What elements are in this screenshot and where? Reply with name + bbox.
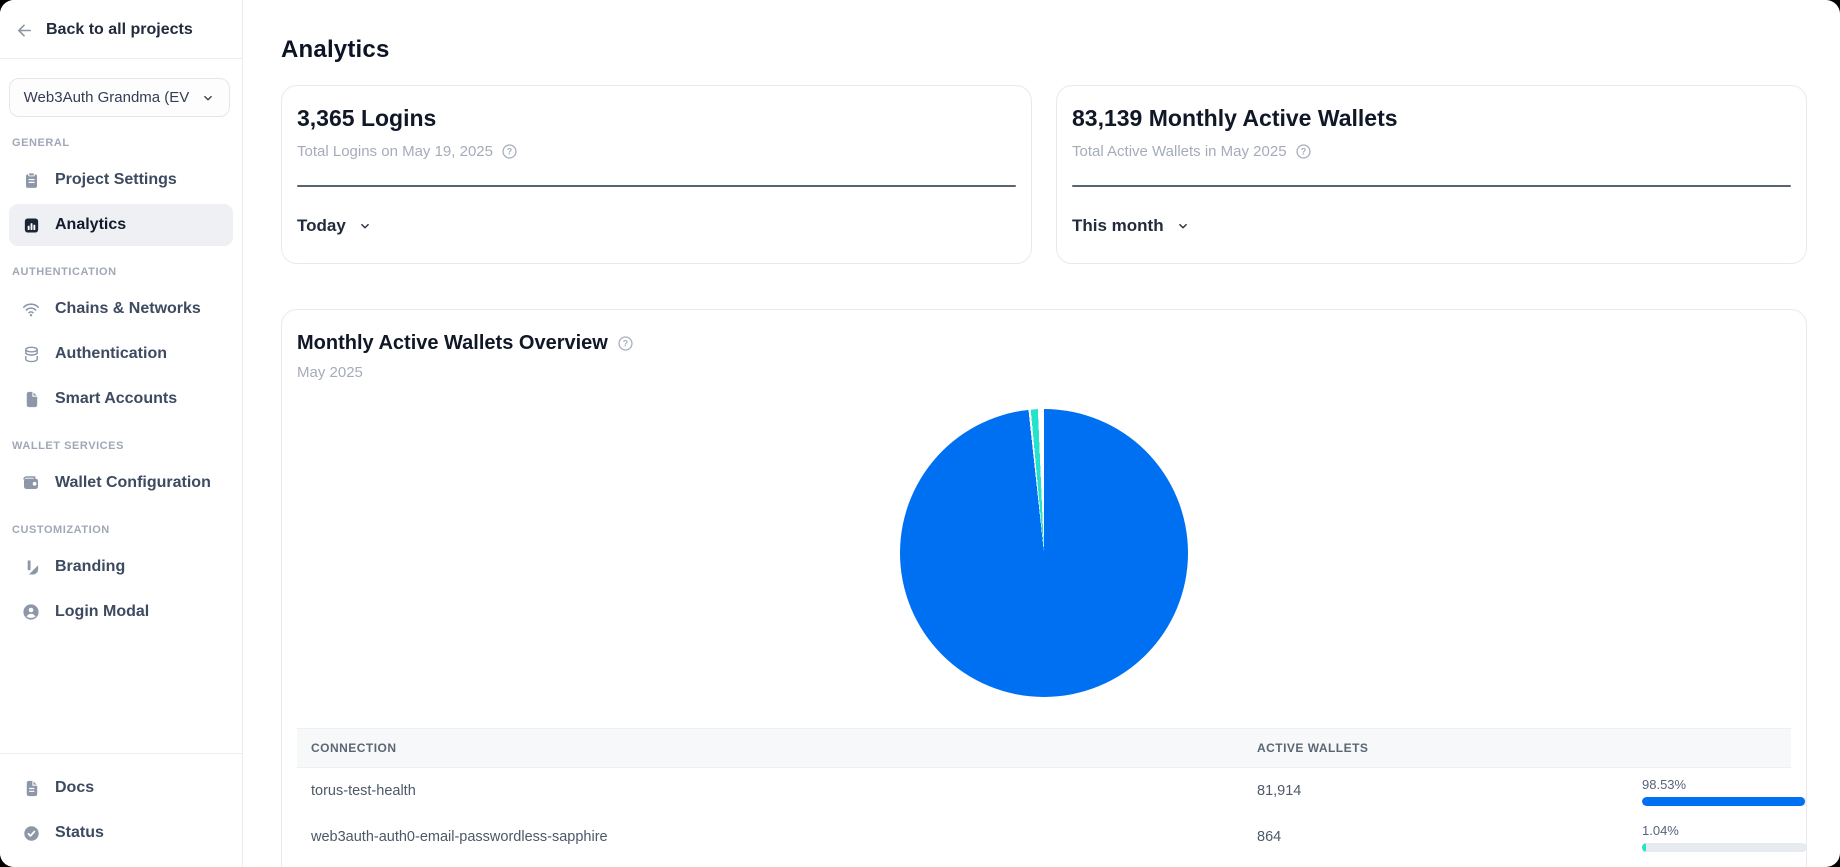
user-circle-icon bbox=[21, 602, 41, 622]
help-icon[interactable]: ? bbox=[500, 141, 520, 161]
bar-chart-icon bbox=[21, 215, 41, 235]
sidebar-nav: GENERAL Project Settings Analytics AUTHENTI… bbox=[0, 117, 242, 753]
project-selector[interactable]: Web3Auth Grandma (EV bbox=[9, 78, 230, 117]
check-circle-icon bbox=[21, 823, 41, 843]
active-wallets-cell: 81,914 bbox=[1257, 783, 1642, 799]
sidebar-item-label: Chains & Networks bbox=[55, 300, 201, 318]
brush-icon bbox=[21, 557, 41, 577]
sidebar-item-docs[interactable]: Docs bbox=[9, 767, 233, 809]
nav-section-label-authentication: AUTHENTICATION bbox=[12, 266, 230, 278]
sidebar-item-label: Docs bbox=[55, 779, 94, 797]
sidebar-item-label: Branding bbox=[55, 558, 125, 576]
pie-chart[interactable] bbox=[900, 409, 1188, 697]
overview-card-title: Monthly Active Wallets Overview bbox=[297, 332, 608, 355]
chart-axis-line bbox=[297, 185, 1016, 187]
help-icon[interactable]: ? bbox=[616, 334, 636, 354]
overview-card-subtitle: May 2025 bbox=[297, 364, 1791, 381]
svg-text:?: ? bbox=[1301, 146, 1306, 156]
column-header-connection: Connection bbox=[297, 741, 1257, 755]
table-header: Connection Active Wallets bbox=[297, 728, 1791, 768]
stat-card-subtitle: Total Active Wallets in May 2025 bbox=[1072, 143, 1287, 160]
overview-card: Monthly Active Wallets Overview ? May 20… bbox=[281, 309, 1807, 867]
app-window: Back to all projects Web3Auth Grandma (E… bbox=[0, 0, 1840, 867]
range-dropdown[interactable]: Today bbox=[297, 216, 372, 236]
sidebar-item-wallet-configuration[interactable]: Wallet Configuration bbox=[9, 462, 233, 504]
percent-bar-fill bbox=[1642, 843, 1646, 852]
sidebar-item-label: Wallet Configuration bbox=[55, 474, 211, 492]
sidebar-item-label: Analytics bbox=[55, 216, 126, 234]
connections-table: Connection Active Wallets torus-test-hea… bbox=[297, 728, 1791, 867]
column-header-active-wallets: Active Wallets bbox=[1257, 741, 1642, 755]
table-row[interactable]: web3auth-google-sapphire 145 0.17% bbox=[297, 860, 1791, 867]
active-wallets-cell: 864 bbox=[1257, 829, 1642, 845]
clipboard-icon bbox=[21, 170, 41, 190]
sidebar-item-analytics[interactable]: Analytics bbox=[9, 204, 233, 246]
sidebar-item-project-settings[interactable]: Project Settings bbox=[9, 159, 233, 201]
chevron-down-icon bbox=[358, 219, 372, 233]
percent-label: 1.04% bbox=[1642, 823, 1807, 838]
back-label: Back to all projects bbox=[46, 21, 193, 39]
sidebar-item-label: Status bbox=[55, 824, 104, 842]
sidebar-footer: Docs Status bbox=[0, 753, 242, 867]
connection-cell: web3auth-auth0-email-passwordless-sapphi… bbox=[297, 829, 1257, 845]
sidebar: Back to all projects Web3Auth Grandma (E… bbox=[0, 0, 243, 867]
percent-bar bbox=[1642, 843, 1807, 852]
stat-card: 3,365 Logins Total Logins on May 19, 202… bbox=[281, 85, 1032, 264]
range-dropdown[interactable]: This month bbox=[1072, 216, 1190, 236]
percent-label: 98.53% bbox=[1642, 777, 1807, 792]
stat-card: 83,139 Monthly Active Wallets Total Acti… bbox=[1056, 85, 1807, 264]
sidebar-item-branding[interactable]: Branding bbox=[9, 546, 233, 588]
stat-card-title: 3,365 Logins bbox=[297, 105, 1016, 132]
back-arrow-icon bbox=[14, 20, 34, 40]
percent-bar-fill bbox=[1642, 797, 1805, 806]
sidebar-item-login-modal[interactable]: Login Modal bbox=[9, 591, 233, 633]
connection-cell: torus-test-health bbox=[297, 783, 1257, 799]
sidebar-divider bbox=[0, 58, 242, 59]
table-row[interactable]: web3auth-auth0-email-passwordless-sapphi… bbox=[297, 814, 1791, 860]
percent-cell: 1.04% bbox=[1642, 823, 1811, 852]
doc-icon bbox=[21, 778, 41, 798]
stat-card-title: 83,139 Monthly Active Wallets bbox=[1072, 105, 1791, 132]
back-to-projects-link[interactable]: Back to all projects bbox=[0, 0, 242, 58]
sidebar-item-label: Project Settings bbox=[55, 171, 177, 189]
file-icon bbox=[21, 389, 41, 409]
svg-text:?: ? bbox=[507, 146, 512, 156]
sidebar-item-label: Authentication bbox=[55, 345, 167, 363]
wifi-icon bbox=[21, 299, 41, 319]
project-selector-label: Web3Auth Grandma (EV bbox=[24, 89, 190, 106]
table-body: torus-test-health 81,914 98.53% web3auth… bbox=[297, 768, 1791, 867]
chevron-down-icon bbox=[201, 91, 215, 105]
stat-cards-row: 3,365 Logins Total Logins on May 19, 202… bbox=[281, 85, 1807, 264]
sidebar-item-status[interactable]: Status bbox=[9, 812, 233, 854]
stat-card-subtitle: Total Logins on May 19, 2025 bbox=[297, 143, 493, 160]
sidebar-item-label: Smart Accounts bbox=[55, 390, 177, 408]
nav-section-label-general: GENERAL bbox=[12, 137, 230, 149]
nav-section-label-customization: CUSTOMIZATION bbox=[12, 524, 230, 536]
main-content: Analytics 3,365 Logins Total Logins on M… bbox=[243, 0, 1840, 867]
database-icon bbox=[21, 344, 41, 364]
sidebar-item-chains-networks[interactable]: Chains & Networks bbox=[9, 288, 233, 330]
table-row[interactable]: torus-test-health 81,914 98.53% bbox=[297, 768, 1791, 814]
chevron-down-icon bbox=[1176, 219, 1190, 233]
chart-axis-line bbox=[1072, 185, 1791, 187]
sidebar-item-smart-accounts[interactable]: Smart Accounts bbox=[9, 378, 233, 420]
nav-section-label-wallet-services: WALLET SERVICES bbox=[12, 440, 230, 452]
sidebar-item-authentication[interactable]: Authentication bbox=[9, 333, 233, 375]
percent-bar bbox=[1642, 797, 1807, 806]
range-dropdown-label: Today bbox=[297, 216, 346, 236]
wallet-icon bbox=[21, 473, 41, 493]
svg-text:?: ? bbox=[623, 339, 628, 349]
percent-cell: 98.53% bbox=[1642, 777, 1811, 806]
help-icon[interactable]: ? bbox=[1294, 141, 1314, 161]
sidebar-item-label: Login Modal bbox=[55, 603, 149, 621]
range-dropdown-label: This month bbox=[1072, 216, 1164, 236]
page-title: Analytics bbox=[281, 36, 1807, 64]
